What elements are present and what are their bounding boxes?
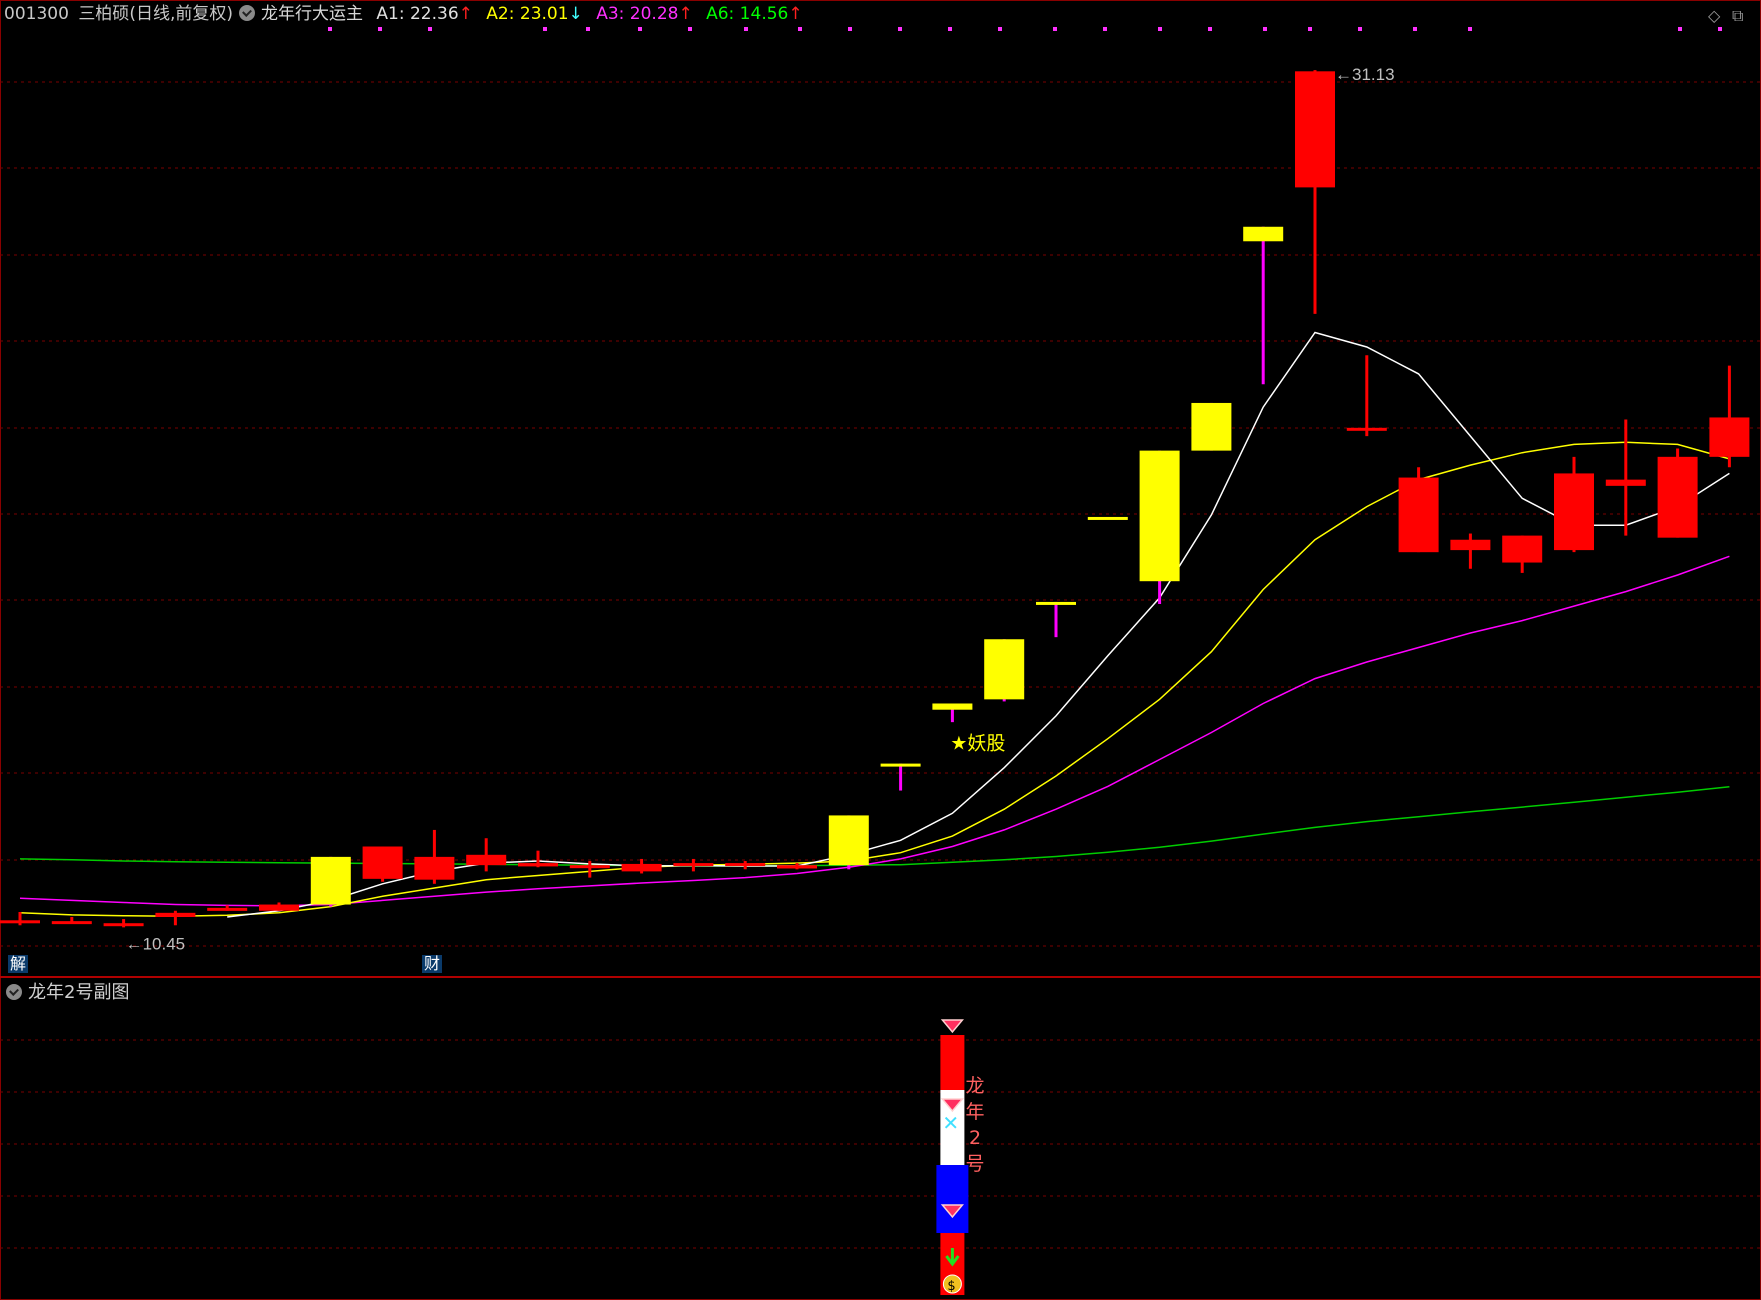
- money-symbol: $: [947, 1279, 955, 1294]
- candle-body: [207, 907, 248, 911]
- chart-frame: [0, 0, 1761, 1300]
- gear-icon[interactable]: [238, 4, 255, 21]
- a6-arrow: ↑: [788, 4, 803, 24]
- candle-body: [1709, 417, 1750, 457]
- a6-label: A6: 14.56: [706, 4, 789, 24]
- jie-badge[interactable]: 解: [8, 955, 29, 973]
- candle-body: [310, 856, 351, 905]
- candle-body: [673, 863, 714, 867]
- candle-body: [1398, 477, 1439, 553]
- candle-body: [828, 815, 869, 866]
- main-chart-header: 001300 三柏硕(日线,前复权) 龙年行大运主 A1: 22.36↑ A2: …: [0, 0, 1761, 28]
- ma20-line: [19, 555, 1730, 907]
- sub-label-char: 号: [965, 1153, 985, 1175]
- candle-body: [932, 703, 973, 710]
- candle-body: [1295, 71, 1335, 188]
- high-price-label: ←31.13: [1335, 65, 1395, 84]
- a3-value: A3: 20.28↑: [596, 0, 693, 28]
- sub-label-char: 2: [968, 1127, 982, 1149]
- candle-body: [1139, 450, 1180, 582]
- a2-label: A2: 23.01: [486, 4, 569, 24]
- candle-body: [1036, 601, 1076, 605]
- candlestick-chart: ←31.13 ←10.45 ★妖股 ✕ $: [0, 0, 1761, 1300]
- a6-value: A6: 14.56↑: [706, 0, 803, 28]
- candle-body: [1657, 456, 1698, 538]
- candle-body: [103, 923, 144, 927]
- candle-body: [1502, 535, 1543, 563]
- gem-icon: [940, 1019, 965, 1034]
- sub-label-char: 年: [965, 1101, 985, 1123]
- period-label: (日线,前复权): [129, 4, 233, 24]
- kline-window: ←31.13 ←10.45 ★妖股 ✕ $ 001300 三柏硕(日线,前复权) 龙年行大…: [0, 0, 1761, 1300]
- a3-label: A3: 20.28: [596, 4, 679, 24]
- a1-label: A1: 22.36: [376, 4, 459, 24]
- candle-body: [51, 921, 92, 925]
- candle-body: [1605, 479, 1646, 486]
- candle-body: [1554, 473, 1594, 551]
- sub-gear-icon[interactable]: [6, 983, 22, 1000]
- yaogu-annotation: ★妖股: [950, 732, 1005, 754]
- candle-body: [362, 846, 403, 879]
- diamond-icon[interactable]: ◇: [1708, 6, 1720, 25]
- ma60-line: [19, 786, 1730, 867]
- candle-body: [621, 863, 662, 872]
- candle-body: [725, 863, 766, 867]
- sub-chart-title[interactable]: 龙年2号副图: [28, 982, 129, 1003]
- sub-vertical-label: 龙 年 2 号: [963, 1073, 987, 1177]
- candle-body: [1450, 539, 1491, 551]
- ma10-line: [19, 441, 1730, 917]
- candle-body: [1087, 516, 1128, 520]
- candle-body: [984, 639, 1025, 700]
- cai-badge[interactable]: 财: [422, 955, 443, 973]
- sub-label-char: 龙: [965, 1075, 985, 1097]
- sub-chart-header: 龙年2号副图: [0, 980, 129, 1006]
- low-price-label: ←10.45: [126, 934, 186, 953]
- a2-value: A2: 23.01↓: [486, 0, 583, 28]
- a1-arrow: ↑: [458, 4, 473, 24]
- a2-arrow: ↓: [568, 4, 583, 24]
- candle-body: [518, 863, 558, 867]
- candle-body: [414, 856, 455, 880]
- candle-body: [259, 904, 299, 911]
- a1-value: A1: 22.36↑: [376, 0, 473, 28]
- stock-name: 三柏硕: [78, 4, 130, 24]
- candle-body: [0, 920, 40, 924]
- butterfly-icon: ✕: [942, 1111, 959, 1135]
- sub-bar-red-top: [940, 1035, 965, 1090]
- stock-code: 001300: [4, 4, 69, 24]
- candle-body: [880, 763, 921, 767]
- candle-body: [1243, 226, 1284, 242]
- candle-body: [1346, 427, 1387, 431]
- candle-body: [777, 865, 817, 869]
- window-icon[interactable]: ⧉: [1732, 6, 1743, 26]
- indicator-name[interactable]: 龙年行大运主: [261, 0, 363, 28]
- a3-arrow: ↑: [678, 4, 693, 24]
- candle-body: [466, 854, 507, 866]
- candle-body: [569, 865, 610, 869]
- candle-body: [155, 912, 196, 917]
- candle-body: [1191, 402, 1232, 451]
